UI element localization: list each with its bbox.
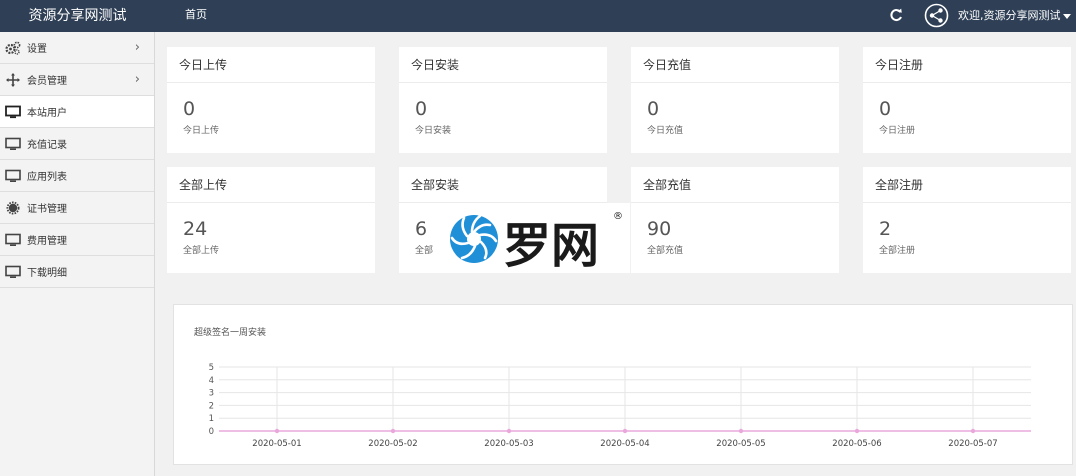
stat-card-total-recharge: 全部充值 90 全部充值 <box>631 167 839 273</box>
card-title: 今日上传 <box>167 47 375 83</box>
sidebar-item-label: 设置 <box>27 44 47 55</box>
card-value: 2 <box>879 218 892 240</box>
stat-card-today-recharge: 今日充值 0 今日充值 <box>631 47 839 153</box>
sidebar-item-label: 证书管理 <box>27 204 67 215</box>
sidebar-item-settings[interactable]: 设置 › <box>0 32 154 64</box>
sidebar: 设置 › 会员管理 › 本站用户 充值记录 应用列表 证书管理 费用管理 下载明… <box>0 32 155 476</box>
y-tick-label: 5 <box>209 363 214 373</box>
data-point <box>506 428 512 434</box>
watermark-text: 罗网 <box>503 218 599 273</box>
chevron-right-icon: › <box>134 40 140 55</box>
data-point <box>622 428 628 434</box>
sidebar-item-certificates[interactable]: 证书管理 <box>0 192 154 224</box>
top-navbar: 资源分享网测试 首页 欢迎,资源分享网测试 <box>0 0 1076 32</box>
gears-icon <box>5 41 21 55</box>
card-value: 24 <box>183 218 208 240</box>
line-chart: 0 1 2 3 4 5 2020-05-01 2020-05-02 2020-05-03 2020… <box>209 363 1031 449</box>
card-label: 全部充值 <box>647 246 684 256</box>
card-title: 今日充值 <box>631 47 839 83</box>
gear-icon <box>5 201 21 215</box>
move-icon <box>5 72 21 87</box>
app-title[interactable]: 资源分享网测试 <box>0 0 155 32</box>
card-value: 0 <box>183 98 196 120</box>
chevron-right-icon: › <box>134 72 140 87</box>
y-tick-label: 2 <box>209 401 214 411</box>
card-title: 全部充值 <box>631 167 839 203</box>
sidebar-item-label: 充值记录 <box>27 140 67 151</box>
nav-home-link[interactable]: 首页 <box>185 0 207 30</box>
user-menu[interactable]: 欢迎,资源分享网测试 <box>958 0 1071 31</box>
sidebar-item-recharge-records[interactable]: 充值记录 <box>0 128 154 160</box>
monitor-icon <box>5 233 21 247</box>
x-tick-label: 2020-05-07 <box>948 439 997 449</box>
y-tick-label: 3 <box>209 389 214 399</box>
sidebar-item-fees[interactable]: 费用管理 <box>0 224 154 256</box>
stat-card-total-registrations: 全部注册 2 全部注册 <box>863 167 1071 273</box>
card-value: 0 <box>879 98 892 120</box>
welcome-text: 欢迎,资源分享网测试 <box>958 9 1061 22</box>
monitor-icon <box>5 265 21 279</box>
card-title: 全部安装 <box>399 167 607 203</box>
card-label: 全部 <box>415 246 434 256</box>
sidebar-item-label: 本站用户 <box>27 108 67 119</box>
share-icon[interactable] <box>924 3 949 28</box>
sidebar-item-label: 应用列表 <box>27 172 67 183</box>
sidebar-item-app-list[interactable]: 应用列表 <box>0 160 154 192</box>
data-point <box>738 428 744 434</box>
card-title: 今日安装 <box>399 47 607 83</box>
card-label: 今日注册 <box>879 126 916 136</box>
card-value: 0 <box>647 98 660 120</box>
x-tick-label: 2020-05-03 <box>484 439 533 449</box>
data-point <box>854 428 860 434</box>
stat-card-today-installs: 今日安装 0 今日安装 <box>399 47 607 153</box>
card-value: 6 <box>415 218 428 240</box>
monitor-icon <box>5 137 21 151</box>
stat-card-today-registrations: 今日注册 0 今日注册 <box>863 47 1071 153</box>
card-title: 今日注册 <box>863 47 1071 83</box>
sidebar-item-members[interactable]: 会员管理 › <box>0 64 154 96</box>
data-point <box>970 428 976 434</box>
card-label: 全部注册 <box>879 246 916 256</box>
monitor-icon <box>5 105 21 119</box>
x-tick-label: 2020-05-02 <box>368 439 417 449</box>
card-label: 全部上传 <box>183 246 220 256</box>
refresh-icon[interactable] <box>888 7 904 23</box>
sidebar-item-site-users[interactable]: 本站用户 <box>0 96 154 128</box>
card-title: 全部注册 <box>863 167 1071 203</box>
watermark-logo: 罗网 ® <box>445 203 630 274</box>
sidebar-item-download-details[interactable]: 下载明细 <box>0 256 154 288</box>
y-tick-label: 4 <box>209 376 214 386</box>
monitor-icon <box>5 169 21 183</box>
sidebar-item-label: 费用管理 <box>27 236 67 247</box>
data-point <box>274 428 280 434</box>
stat-card-total-uploads: 全部上传 24 全部上传 <box>167 167 375 273</box>
card-value: 0 <box>415 98 428 120</box>
stat-card-today-uploads: 今日上传 0 今日上传 <box>167 47 375 153</box>
y-tick-label: 1 <box>209 414 214 424</box>
x-tick-label: 2020-05-04 <box>600 439 649 449</box>
sidebar-item-label: 下载明细 <box>27 268 67 279</box>
x-tick-label: 2020-05-05 <box>716 439 765 449</box>
card-value: 90 <box>647 218 672 240</box>
watermark-emblem-icon: 罗网 ® <box>450 211 623 274</box>
weekly-installs-chart: 超级签名一周安装 0 1 2 3 4 5 2020-05-01 2020-05-02 2020-… <box>173 304 1073 465</box>
caret-down-icon <box>1062 13 1071 19</box>
card-title: 全部上传 <box>167 167 375 203</box>
data-point <box>390 428 396 434</box>
sidebar-item-label: 会员管理 <box>27 76 67 87</box>
y-tick-label: 0 <box>209 427 214 437</box>
card-label: 今日充值 <box>647 126 684 136</box>
x-tick-label: 2020-05-06 <box>832 439 881 449</box>
x-tick-label: 2020-05-01 <box>252 439 301 449</box>
card-label: 今日安装 <box>415 126 452 136</box>
registered-mark: ® <box>613 211 623 222</box>
card-label: 今日上传 <box>183 126 220 136</box>
